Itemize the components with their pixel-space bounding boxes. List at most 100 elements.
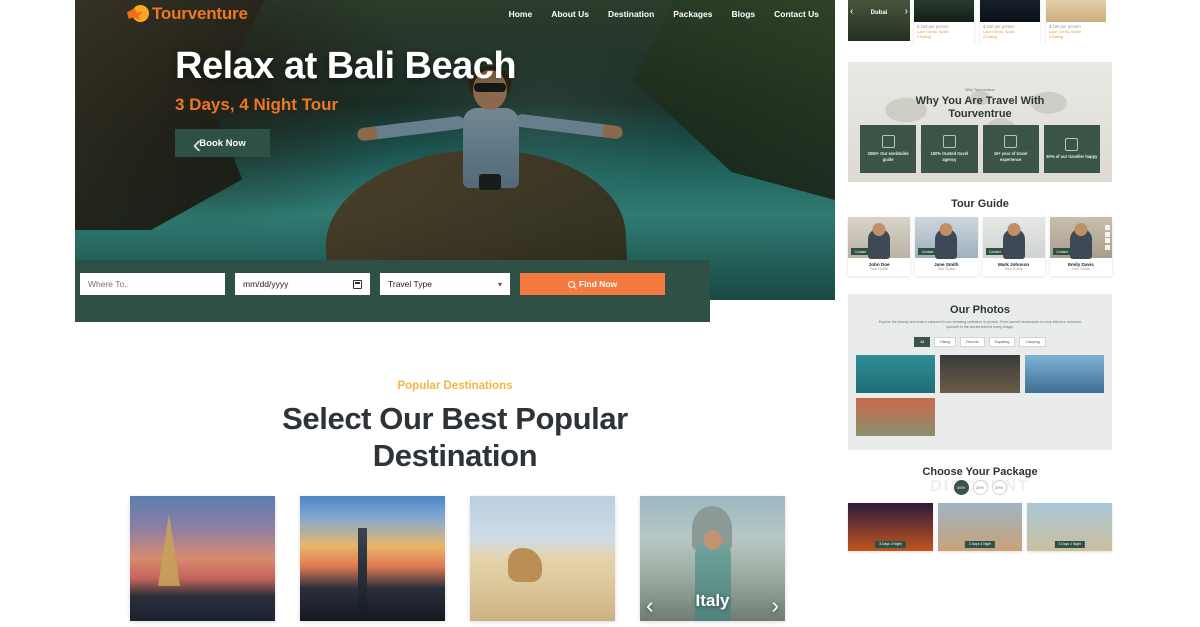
photo-tab-resorts[interactable]: Resorts xyxy=(960,336,985,347)
package-card-row: 3 Days 4 Night 3 Days 4 Night 3 Days 4 N… xyxy=(848,502,1113,551)
our-photos-section: Our Photos Explore the beauty and charm … xyxy=(848,294,1112,450)
destination-card-label: Italy xyxy=(695,591,730,611)
why-title: Why You Are Travel With Tourventrue xyxy=(915,95,1045,121)
card-price: $ 160 per person xyxy=(983,24,1015,29)
hero-copy: Relax at Bali Beach 3 Days, 4 Night Tour… xyxy=(175,45,517,158)
guide-name: Jane Smith xyxy=(934,262,959,267)
guide-card[interactable]: Contact John Doe Tour Guide xyxy=(848,217,911,276)
popular-title: Select Our Best Popular Destination xyxy=(282,401,628,473)
travel-type-select[interactable]: Travel Type ▾ xyxy=(380,273,510,295)
photo-thumbnail[interactable] xyxy=(940,354,1020,393)
guide-card[interactable]: Contact Jane Smith Tour Guide xyxy=(915,217,978,276)
guide-contact-badge[interactable]: Contact xyxy=(1052,248,1072,255)
guide-role: Tour Guide xyxy=(1004,267,1023,271)
hero-subtitle: 3 Days, 4 Night Tour xyxy=(175,95,339,115)
guide-contact-badge[interactable]: Contact xyxy=(918,248,937,255)
destination-card[interactable] xyxy=(130,496,275,622)
main-viewport: Tourventure Home About Us Destination Pa… xyxy=(75,0,835,627)
page-root: Tourventure Home About Us Destination Pa… xyxy=(0,0,1200,627)
guide-role: Tour Guide xyxy=(937,267,956,271)
nav-item-destination[interactable]: Destination xyxy=(608,9,654,19)
our-photos-description: Explore the beauty and charm captured in… xyxy=(878,320,1082,330)
guide-icon xyxy=(881,135,895,149)
guide-contact-badge[interactable]: Contact xyxy=(985,248,1005,255)
preview-destination-card[interactable]: $ 160 per person Lake Gerda, Spain 5 Rat… xyxy=(914,0,974,44)
package-card[interactable]: 3 Days 4 Night xyxy=(848,502,933,551)
chevron-down-icon: ▾ xyxy=(497,279,502,289)
nav-item-packages[interactable]: Packages xyxy=(673,9,712,19)
popular-eyebrow: Popular Destinations xyxy=(397,380,513,392)
find-now-button[interactable]: Find Now xyxy=(520,273,665,295)
guide-name: Emily Davis xyxy=(1067,262,1094,267)
nav-item-about-us[interactable]: About Us xyxy=(551,9,589,19)
photo-tab-all[interactable]: All xyxy=(914,336,931,347)
tour-guide-title: Tour Guide xyxy=(951,198,1009,210)
why-feature-label: 10+ year of travel experience xyxy=(993,151,1028,162)
why-feature-label: 100% trusted travel agency xyxy=(930,151,969,162)
instagram-icon xyxy=(1105,238,1110,243)
our-photos-title: Our Photos xyxy=(950,304,1010,316)
search-band: mm/dd/yyyy Travel Type ▾ Find Now xyxy=(75,260,710,322)
nav-item-blogs[interactable]: Blogs xyxy=(732,9,756,19)
travel-type-value: Travel Type xyxy=(388,279,432,289)
nav-item-home[interactable]: Home xyxy=(509,9,533,19)
why-feature-card[interactable]: 90% of our traveller happy xyxy=(1043,125,1100,173)
destination-card[interactable] xyxy=(300,496,445,622)
guide-role: Tour Guide xyxy=(1071,267,1091,271)
calendar-icon[interactable] xyxy=(353,279,362,289)
package-card[interactable]: 3 Days 4 Night xyxy=(937,502,1023,551)
package-duration-badge: 3 Days 4 Night xyxy=(1054,540,1085,548)
preview-featured-destination[interactable]: ‹ Dubai › xyxy=(848,0,910,41)
search-form: mm/dd/yyyy Travel Type ▾ Find Now xyxy=(75,260,710,295)
social-links[interactable] xyxy=(1105,225,1110,250)
guide-card[interactable]: Contact Mark Johnson Tour Guide xyxy=(982,217,1045,276)
why-feature-card[interactable]: 2000+ Our worldwide guide xyxy=(860,125,917,173)
search-date-value: mm/dd/yyyy xyxy=(243,279,289,289)
package-card[interactable]: 3 Days 4 Night xyxy=(1027,502,1113,551)
card-location: Lake Gerda, Spain xyxy=(983,30,1015,34)
preview-destination-card[interactable]: $ 160 per person Lake Gerda, Spain 5 Rat… xyxy=(980,0,1040,44)
discount-pill-40[interactable]: 40% xyxy=(953,479,969,495)
package-duration-badge: 3 Days 4 Night xyxy=(964,540,996,548)
package-duration-badge: 3 Days 4 Night xyxy=(875,540,906,548)
experience-icon xyxy=(1004,135,1018,149)
card-rating: 5 Rating xyxy=(917,35,932,39)
hero-prev-arrow-icon[interactable]: ‹ xyxy=(185,130,209,158)
preview-next-arrow-icon[interactable]: › xyxy=(905,6,908,17)
search-where-input[interactable] xyxy=(80,273,225,295)
photo-thumbnail[interactable] xyxy=(856,397,936,436)
guide-contact-badge[interactable]: Contact xyxy=(851,248,870,255)
destination-card-italy[interactable]: ‹ Italy › xyxy=(640,496,785,622)
site-logo[interactable]: Tourventure xyxy=(127,4,248,24)
facebook-icon xyxy=(1105,225,1110,230)
card-price: $ 160 per person xyxy=(1049,24,1081,29)
why-feature-card[interactable]: 100% trusted travel agency xyxy=(921,125,978,173)
guide-card[interactable]: Contact Emily Davis Tour Guide xyxy=(1049,217,1112,276)
tour-guide-section: Tour Guide Contact John Doe Tour Guide C… xyxy=(848,198,1112,276)
search-icon xyxy=(567,280,575,288)
photo-thumbnail[interactable] xyxy=(1024,354,1104,393)
destination-card[interactable] xyxy=(470,496,615,622)
preview-destination-card[interactable]: $ 160 per person Lake Gerda, Spain 5 Rat… xyxy=(1046,0,1106,44)
photo-thumbnail[interactable] xyxy=(856,354,936,393)
destination-next-arrow-icon[interactable]: › xyxy=(771,592,779,619)
discount-pill-20[interactable]: 20% xyxy=(991,479,1007,495)
popular-destinations-section: Popular Destinations Select Our Best Pop… xyxy=(75,300,835,474)
site-header: Tourventure Home About Us Destination Pa… xyxy=(75,0,835,28)
card-location: Lake Gerda, Spain xyxy=(1049,30,1081,34)
search-date-input[interactable]: mm/dd/yyyy xyxy=(235,273,370,295)
discount-pill-30[interactable]: 30% xyxy=(972,479,988,495)
discount-toggle-area: DISCOUNT 40% 30% 20% xyxy=(848,478,1112,498)
hero-title: Relax at Bali Beach xyxy=(175,45,517,87)
guide-name: John Doe xyxy=(868,262,890,267)
preview-top-cards-section: $ 160 per person Lake Gerda, Spain 5 Rat… xyxy=(848,0,1106,44)
photo-tab-kayaking[interactable]: Kayaking xyxy=(988,336,1016,347)
linkedin-icon xyxy=(1105,244,1110,250)
photo-tab-camping[interactable]: Camping xyxy=(1019,336,1046,347)
guide-name: Mark Johnson xyxy=(998,262,1030,267)
choose-package-section: Choose Your Package DISCOUNT 40% 30% 20%… xyxy=(848,466,1113,551)
logo-text: Tourventure xyxy=(152,4,248,23)
photo-tab-hiking[interactable]: Hiking xyxy=(934,336,957,347)
why-feature-card[interactable]: 10+ year of travel experience xyxy=(982,125,1039,173)
nav-item-contact-us[interactable]: Contact Us xyxy=(774,9,819,19)
